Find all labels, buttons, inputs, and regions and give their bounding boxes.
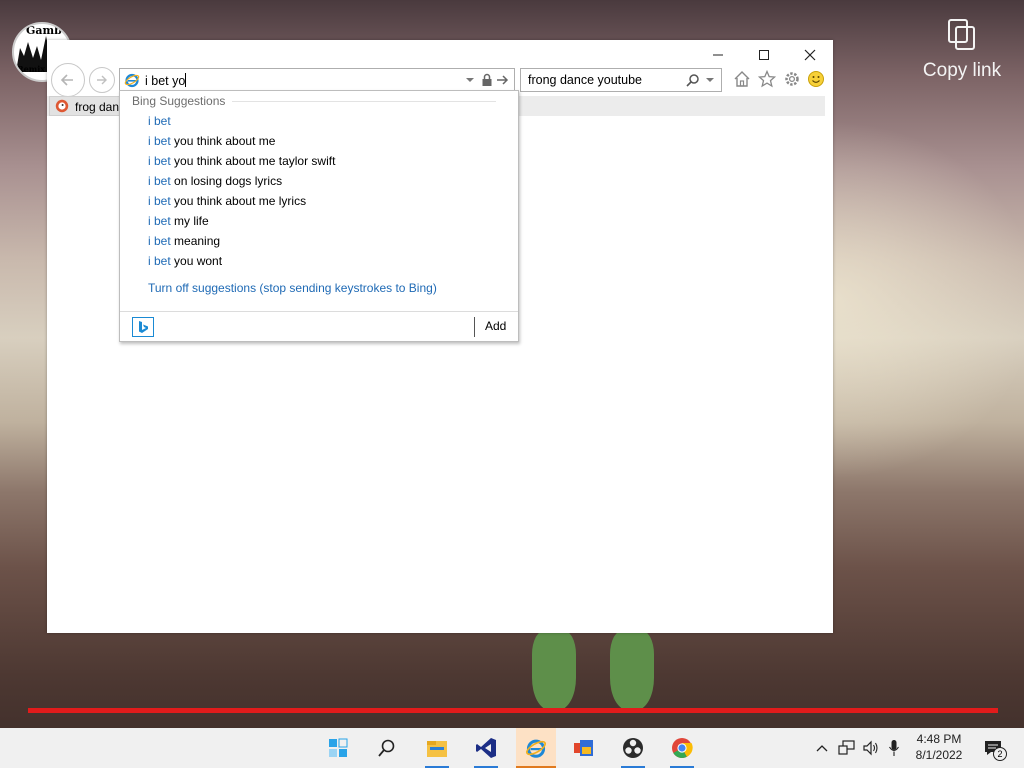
maximize-icon [759,50,769,60]
file-explorer-icon [427,741,447,757]
address-suggestions-dropdown: Bing Suggestions i bet i bet you think ab… [119,90,519,342]
taskbar: 4:48 PM 8/1/2022 2 [0,728,1024,768]
close-icon [804,49,816,61]
turn-off-suggestions-link[interactable]: Turn off suggestions (stop sending keyst… [148,281,437,295]
suggestion-match-text: i bet [148,154,171,168]
taskbar-file-explorer[interactable] [417,728,457,768]
search-icon [378,739,395,757]
suggestion-item[interactable]: i bet on losing dogs lyrics [148,174,282,188]
maximize-button[interactable] [741,44,787,66]
copy-icon [948,19,975,50]
suggestion-rest-text: on losing dogs lyrics [170,174,283,188]
frog-legs-image [520,630,670,720]
close-button[interactable] [787,44,833,66]
taskbar-office[interactable] [564,728,604,768]
clock-date: 8/1/2022 [915,748,963,762]
taskbar-internet-explorer[interactable] [516,728,556,768]
go-arrow-icon[interactable] [496,73,510,87]
taskbar-obs[interactable] [613,728,653,768]
microphone-button[interactable] [884,728,904,768]
duckduckgo-favicon-icon [55,99,69,113]
speaker-icon [863,740,878,756]
suggestion-rest-text: you think about me taylor swift [170,154,336,168]
favorites-star-icon[interactable] [758,70,776,88]
search-input[interactable]: frong dance youtube [528,73,642,87]
suggestion-match-text: i bet [148,134,171,148]
suggestion-rest-text: you think about me lyrics [170,194,307,208]
office-icon [574,740,593,756]
chrome-icon [672,738,693,759]
suggestion-item[interactable]: i bet you think about me taylor swift [148,154,335,168]
suggestion-rest-text: you wont [170,254,223,268]
suggestion-item[interactable]: i bet my life [148,214,209,228]
copy-link-button[interactable]: Copy link [912,18,1012,82]
start-icon [329,738,348,757]
notification-count-badge: 2 [993,747,1007,761]
volume-button[interactable] [860,728,882,768]
microphone-icon [889,740,899,756]
channel-logo-title: Gambo [26,24,70,37]
address-bar[interactable]: i bet yo [119,68,515,92]
start-button[interactable] [318,728,358,768]
tab-title: frog dan [75,100,120,114]
chevron-up-icon [816,745,828,752]
address-dropdown-icon[interactable] [465,73,475,87]
taskbar-clock[interactable]: 4:48 PM 8/1/2022 [906,731,972,763]
add-separator [474,317,475,337]
taskbar-search-button[interactable] [367,728,407,768]
bing-provider-button[interactable] [132,317,154,337]
suggestions-header: Bing Suggestions [132,94,226,108]
suggestion-match-text: i bet [148,194,171,208]
suggestion-item[interactable]: i bet meaning [148,234,220,248]
taskbar-chrome[interactable] [662,728,702,768]
show-hidden-icons-button[interactable] [812,728,832,768]
feedback-smiley-icon[interactable] [807,70,825,88]
suggestion-match-text: i bet [148,114,171,128]
footer-divider [120,311,518,312]
search-box[interactable]: frong dance youtube [520,68,722,92]
obs-icon [623,738,643,758]
header-divider [232,101,496,102]
network-button[interactable] [836,728,858,768]
back-arrow-icon [60,74,73,86]
gear-icon[interactable] [783,70,801,88]
visual-studio-icon [476,738,496,758]
suggestion-item[interactable]: i bet [148,114,171,128]
suggestion-item[interactable]: i bet you think about me [148,134,275,148]
internet-explorer-icon [124,73,140,88]
video-progress-bar[interactable] [28,708,998,713]
forward-button[interactable] [89,67,115,93]
back-button[interactable] [51,63,85,97]
bing-icon [139,321,148,333]
suggestion-rest-text: you think about me [170,134,276,148]
address-input[interactable]: i bet yo [145,73,187,88]
suggestion-item[interactable]: i bet you wont [148,254,222,268]
internet-explorer-icon [526,739,546,758]
suggestion-match-text: i bet [148,234,171,248]
suggestion-rest-text: meaning [170,234,221,248]
suggestion-item[interactable]: i bet you think about me lyrics [148,194,306,208]
minimize-icon [713,54,723,56]
forward-arrow-icon [97,75,107,85]
home-icon[interactable] [733,70,751,88]
add-provider-button[interactable]: Add [485,319,506,333]
search-icon[interactable] [686,73,700,87]
taskbar-visual-studio[interactable] [466,728,506,768]
clock-time: 4:48 PM [916,732,962,746]
lock-icon [482,73,492,86]
search-dropdown-icon[interactable] [705,74,715,86]
suggestion-match-text: i bet [148,174,171,188]
copy-link-label: Copy link [922,60,1002,81]
suggestion-match-text: i bet [148,214,171,228]
suggestion-match-text: i bet [148,254,171,268]
minimize-button[interactable] [695,44,741,66]
network-icon [838,740,855,755]
suggestion-rest-text: my life [170,214,209,228]
